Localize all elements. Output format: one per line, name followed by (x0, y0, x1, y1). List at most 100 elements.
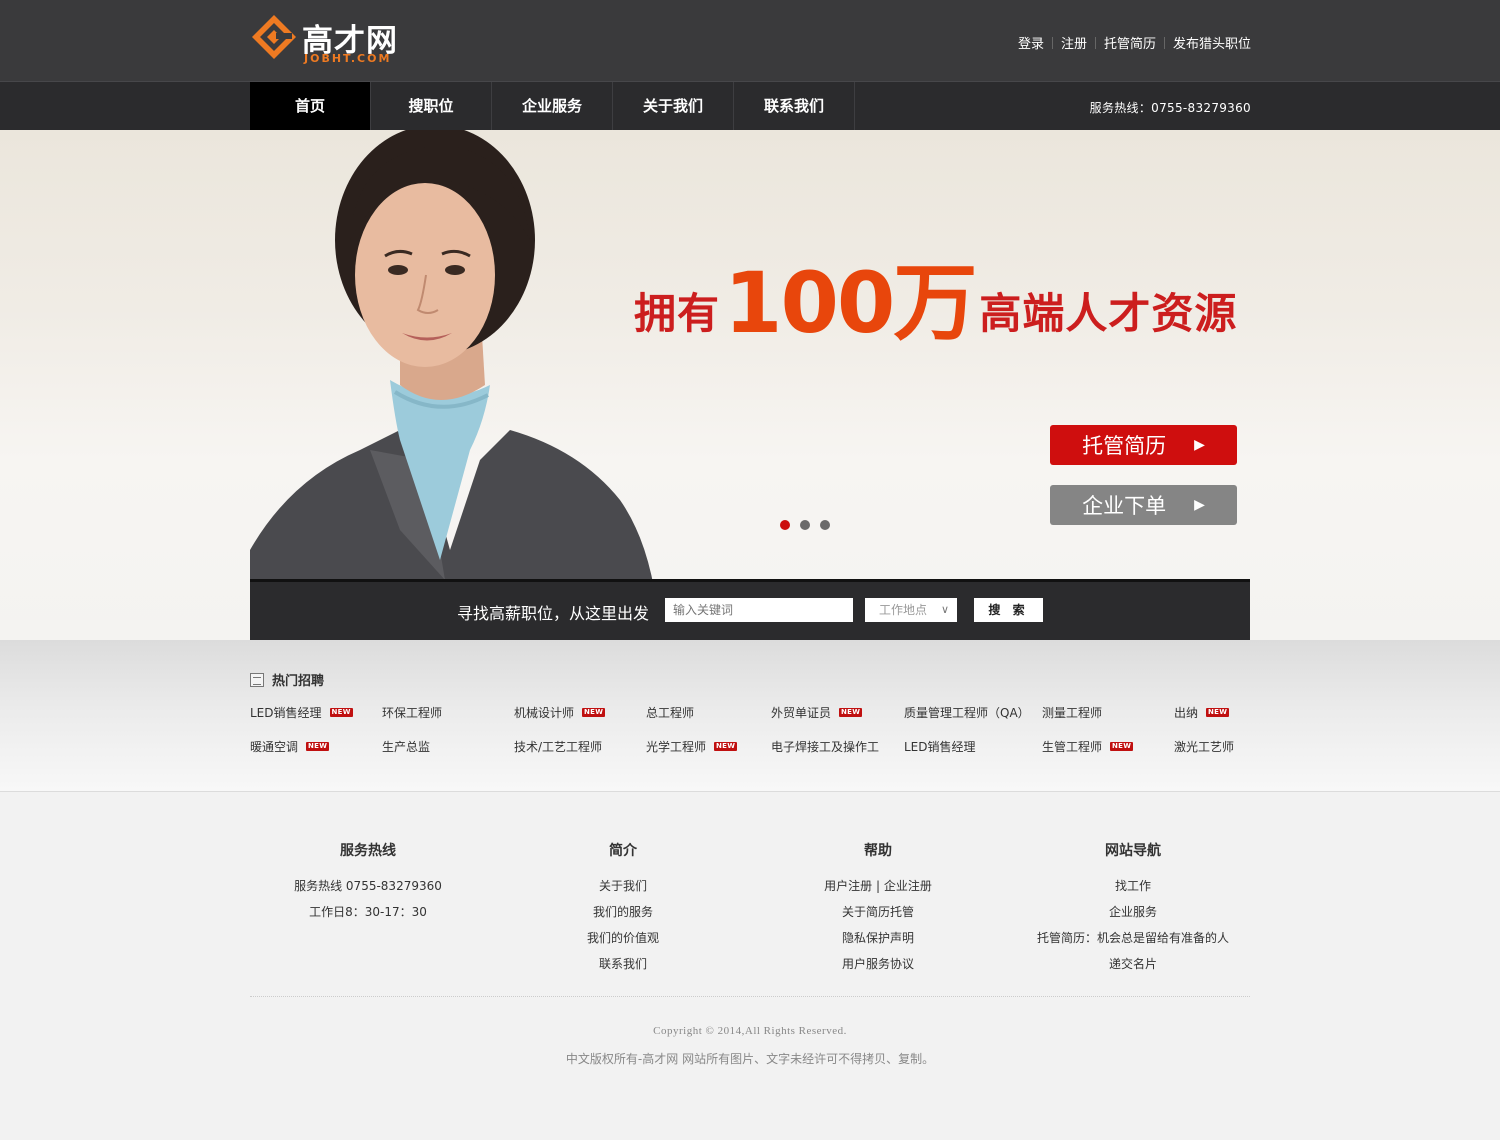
login-link[interactable]: 登录 (1018, 33, 1044, 52)
footer-col-title: 服务热线 (340, 843, 396, 859)
hot-job-name: 暖通空调 (250, 740, 299, 754)
hot-job-link[interactable]: 机械设计师 NEW (514, 704, 606, 721)
new-badge: NEW (1110, 742, 1134, 751)
footer: 服务热线服务热线 0755-83279360 工作日8：30-17：30 简介关于我… (0, 793, 1500, 1140)
footer-link: 工作日8：30-17：30 (309, 905, 427, 919)
service-hotline: 服务热线：0755-83279360 (1089, 101, 1251, 115)
nav-item-home[interactable]: 首页 (250, 82, 371, 130)
hot-job-name: LED销售经理 (904, 740, 976, 754)
hot-job-link[interactable]: 外贸单证员 NEW (771, 704, 863, 721)
hot-job-link[interactable]: 总工程师 (646, 704, 694, 721)
slider-dot[interactable] (780, 520, 790, 530)
resume-hosting-link[interactable]: 托管简历 (1104, 33, 1156, 52)
footer-link[interactable]: 企业服务 (1018, 899, 1248, 925)
hot-job-link[interactable]: 生管工程师 NEW (1042, 738, 1134, 755)
enterprise-order-button[interactable]: 企业下单 ▶ (1050, 485, 1237, 525)
hot-job-link[interactable]: 生产总监 (382, 738, 430, 755)
footer-link: 服务热线 0755-83279360 (294, 879, 442, 893)
hot-job-name: 测量工程师 (1042, 706, 1103, 720)
footer-col-hotline: 服务热线服务热线 0755-83279360 工作日8：30-17：30 (253, 840, 483, 925)
hot-job-link[interactable]: 暖通空调 NEW (250, 738, 330, 755)
host-resume-button[interactable]: 托管简历 ▶ (1050, 425, 1237, 465)
logo-domain: JOBHT.COM (304, 52, 392, 65)
post-headhunt-job-link[interactable]: 发布猎头职位 (1173, 33, 1251, 52)
slider-dot[interactable] (800, 520, 810, 530)
chevron-down-icon: ∨ (940, 603, 949, 616)
hero-banner: 拥有 100万 高端人才资源 托管简历 ▶ 企业下单 ▶ 寻找高薪职位，从这里出… (0, 130, 1500, 640)
footer-link[interactable]: 找工作 (1018, 873, 1248, 899)
hot-job-name: 机械设计师 (514, 706, 575, 720)
slogan-prefix: 拥有 (634, 289, 721, 338)
hot-job-link[interactable]: 技术/工艺工程师 (514, 738, 602, 755)
nav-item-enterprise-services[interactable]: 企业服务 (492, 82, 613, 130)
hot-job-link[interactable]: LED销售经理 NEW (250, 704, 353, 721)
footer-divider (250, 996, 1250, 997)
register-link[interactable]: 注册 (1061, 33, 1087, 52)
nav-items: 首页 搜职位 企业服务 关于我们 联系我们 (250, 82, 855, 130)
hot-job-name: LED销售经理 (250, 706, 322, 720)
nav-item-about-us[interactable]: 关于我们 (613, 82, 734, 130)
hot-job-name: 出纳 (1174, 706, 1199, 720)
footer-link[interactable]: 托管简历：机会总是留给有准备的人 (1018, 925, 1248, 951)
hot-job-link[interactable]: LED销售经理 (904, 738, 976, 755)
hot-job-name: 电子焊接工及操作工 (771, 740, 880, 754)
divider (1051, 36, 1053, 49)
footer-link[interactable]: 我们的服务 (508, 899, 738, 925)
hero-slogan: 拥有 100万 高端人才资源 (634, 255, 1237, 345)
footer-col-title: 网站导航 (1105, 843, 1161, 859)
hot-job-link[interactable]: 环保工程师 (382, 704, 442, 721)
top-links: 登录 注册 托管简历 发布猎头职位 (1018, 33, 1251, 52)
location-select-value: 工作地点 (879, 603, 928, 617)
slider-dot[interactable] (820, 520, 830, 530)
footer-link[interactable]: 联系我们 (508, 951, 738, 977)
footer-col-sitenav: 网站导航找工作 企业服务 托管简历：机会总是留给有准备的人 递交名片 (1018, 840, 1248, 977)
footer-link[interactable]: 隐私保护声明 (763, 925, 993, 951)
footer-link[interactable]: 关于简历托管 (763, 899, 993, 925)
copyright-notice: 中文版权所有-高才网 网站所有图片、文字未经许可不得拷贝、复制。 (565, 1052, 935, 1066)
nav-item-contact-us[interactable]: 联系我们 (734, 82, 855, 130)
footer-link[interactable]: 用户服务协议 (763, 951, 993, 977)
new-badge: NEW (306, 742, 330, 751)
new-badge: NEW (582, 708, 606, 717)
slogan-number: 100万 (724, 254, 977, 352)
hot-job-name: 总工程师 (646, 706, 695, 720)
hot-job-link[interactable]: 激光工艺师 (1174, 738, 1234, 755)
document-icon (250, 672, 264, 687)
hot-job-name: 生管工程师 (1042, 740, 1103, 754)
footer-col-help: 帮助 用户注册 | 企业注册 关于简历托管 隐私保护声明 用户服务协议 (763, 840, 993, 977)
copyright: Copyright © 2014,All Rights Reserved. (653, 1025, 847, 1037)
arrow-right-icon: ▶ (1194, 437, 1205, 453)
nav-item-search-jobs[interactable]: 搜职位 (371, 82, 492, 130)
businesswoman-photo (250, 130, 660, 640)
header: 高才网 JOBHT.COM 登录 注册 托管简历 发布猎头职位 (0, 0, 1500, 81)
slogan-suffix: 高端人才资源 (979, 289, 1238, 338)
keyword-input[interactable] (665, 598, 853, 622)
location-select[interactable]: 工作地点 ∨ (865, 598, 957, 622)
search-button[interactable]: 搜 索 (974, 598, 1043, 622)
search-label: 寻找高薪职位，从这里出发 (457, 604, 650, 623)
hot-job-name: 生产总监 (382, 740, 431, 754)
footer-link[interactable]: 用户注册 | 企业注册 (763, 873, 993, 899)
footer-link[interactable]: 关于我们 (508, 873, 738, 899)
hot-job-link[interactable]: 测量工程师 (1042, 704, 1102, 721)
divider (1163, 36, 1165, 49)
hot-job-name: 外贸单证员 (771, 706, 832, 720)
footer-link[interactable]: 递交名片 (1018, 951, 1248, 977)
divider (1094, 36, 1096, 49)
hot-job-name: 激光工艺师 (1174, 740, 1235, 754)
new-badge: NEW (1206, 708, 1230, 717)
footer-col-title: 简介 (609, 843, 637, 859)
new-badge: NEW (839, 708, 863, 717)
footer-col-intro: 简介关于我们 我们的服务 我们的价值观 联系我们 (508, 840, 738, 977)
logo[interactable]: 高才网 JOBHT.COM (250, 13, 410, 65)
hot-job-link[interactable]: 质量管理工程师（QA） (904, 704, 1030, 721)
logo-icon (252, 15, 296, 59)
hot-jobs-section: 热门招聘 LED销售经理 NEW 环保工程师 机械设计师 NEW 总工程师 外贸单证员 NEW… (0, 640, 1500, 792)
footer-link[interactable]: 我们的价值观 (508, 925, 738, 951)
slider-dots (780, 520, 830, 530)
main-nav: 首页 搜职位 企业服务 关于我们 联系我们 服务热线：0755-83279360 (0, 81, 1500, 130)
hot-job-link[interactable]: 光学工程师 NEW (646, 738, 738, 755)
hot-job-link[interactable]: 电子焊接工及操作工 (771, 738, 879, 755)
arrow-right-icon: ▶ (1194, 497, 1205, 513)
hot-job-link[interactable]: 出纳 NEW (1174, 704, 1230, 721)
